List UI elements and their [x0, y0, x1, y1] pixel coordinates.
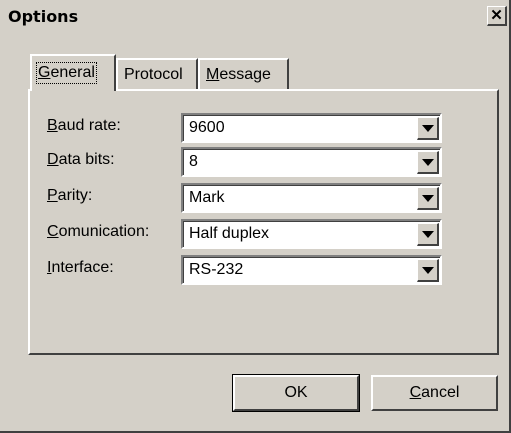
ok-button[interactable]: OK: [232, 374, 360, 412]
tab-protocol-label: Protocol: [124, 66, 183, 83]
parity-value: Mark: [189, 189, 225, 206]
title-bar[interactable]: Options ✕: [0, 0, 509, 30]
chevron-down-icon[interactable]: [417, 151, 439, 174]
cancel-button-label: Cancel: [409, 384, 460, 401]
data-bits-select[interactable]: 8: [181, 147, 442, 177]
window-title: Options: [8, 7, 79, 26]
comunication-label: Comunication:: [47, 223, 150, 240]
interface-value: RS-232: [189, 261, 244, 278]
baud-rate-select[interactable]: 9600: [181, 113, 442, 143]
chevron-down-icon[interactable]: [417, 259, 439, 282]
close-icon: ✕: [490, 7, 503, 24]
baud-rate-label: Baud rate:: [47, 117, 121, 134]
chevron-down-icon[interactable]: [417, 117, 439, 140]
tab-general[interactable]: General: [30, 54, 116, 91]
tab-message[interactable]: Message: [198, 58, 289, 89]
tab-protocol[interactable]: Protocol: [116, 58, 198, 89]
parity-select[interactable]: Mark: [181, 183, 442, 213]
cancel-button[interactable]: Cancel: [371, 375, 498, 411]
comunication-select[interactable]: Half duplex: [181, 219, 442, 249]
comunication-value: Half duplex: [189, 225, 270, 242]
parity-label: Parity:: [47, 187, 93, 204]
tab-general-label: General: [36, 62, 97, 84]
data-bits-label: Data bits:: [47, 151, 115, 168]
tab-message-label: Message: [206, 66, 271, 83]
ok-button-label: OK: [284, 384, 308, 401]
options-dialog: Options ✕ General Protocol Message Baud …: [0, 0, 511, 433]
close-button[interactable]: ✕: [487, 6, 507, 26]
chevron-down-icon[interactable]: [417, 223, 439, 246]
chevron-down-icon[interactable]: [417, 187, 439, 210]
baud-rate-value: 9600: [189, 119, 225, 136]
data-bits-value: 8: [189, 153, 198, 170]
interface-select[interactable]: RS-232: [181, 255, 442, 285]
interface-label: Interface:: [47, 259, 114, 276]
